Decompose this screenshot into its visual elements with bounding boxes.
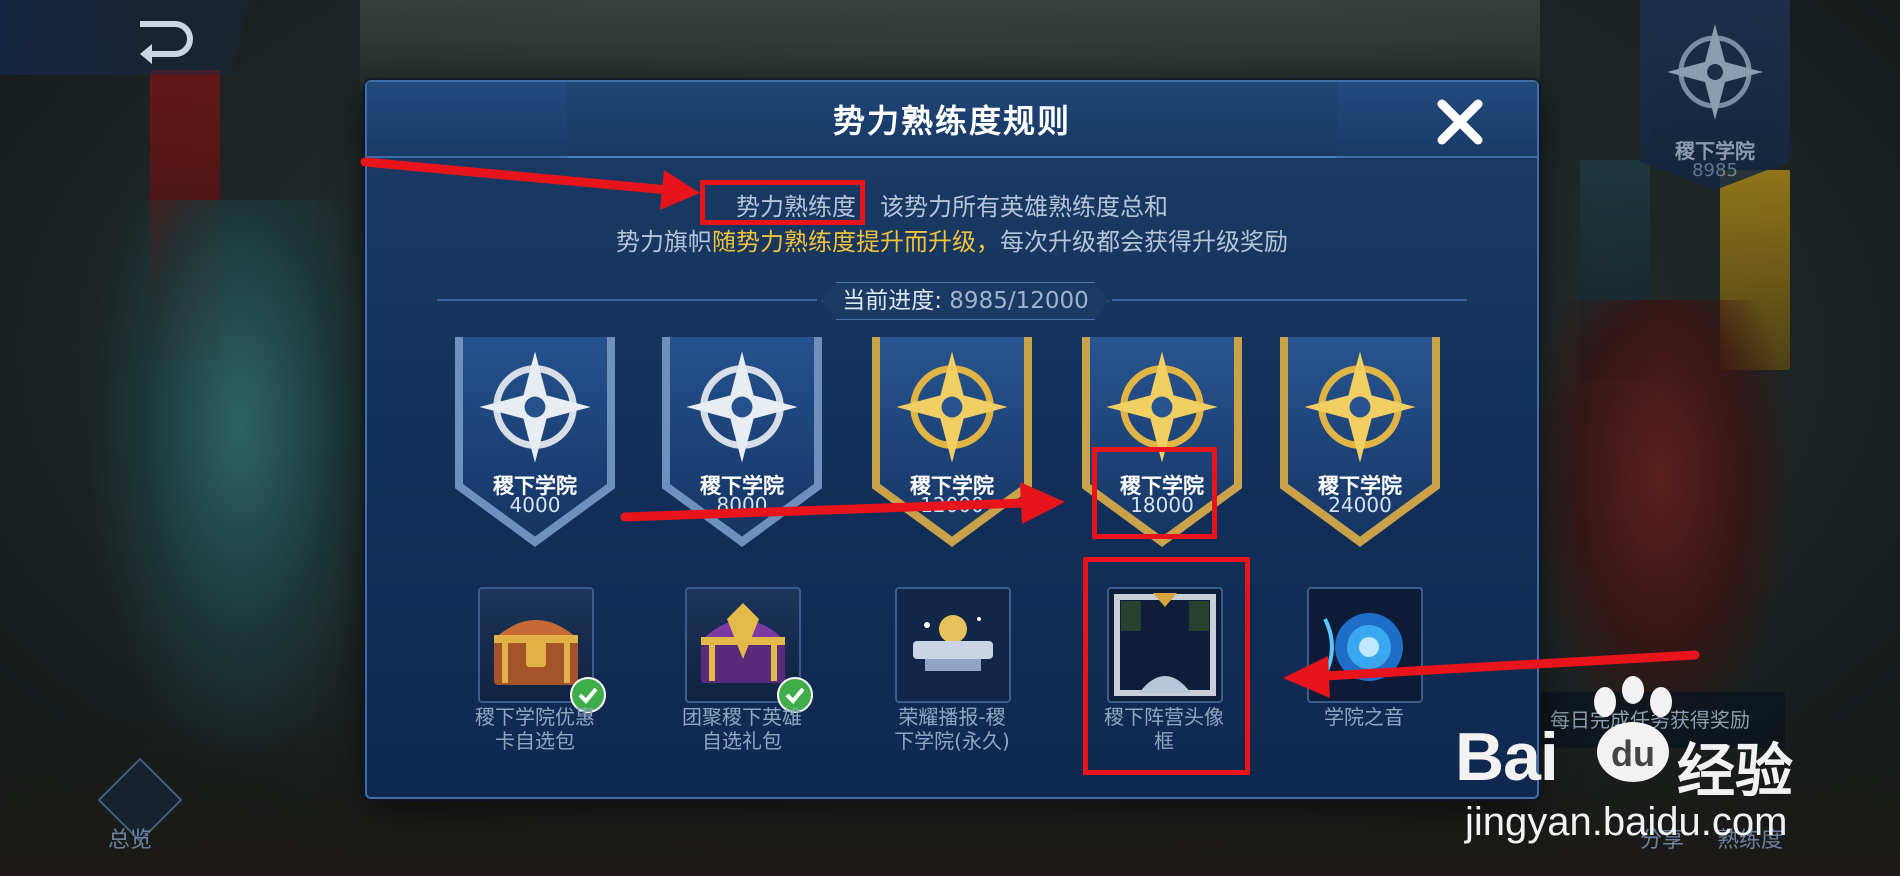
baidu-jingyan-watermark: Bai du 经验 jingyan.baidu.com <box>1455 668 1875 868</box>
rule-line-1: 势力熟练度：该势力所有英雄熟练度总和 <box>367 187 1537 222</box>
svg-text:du: du <box>1611 733 1655 774</box>
progress-label: 当前进度: <box>842 288 942 314</box>
tier-value: 24000 <box>1328 493 1392 517</box>
tier-value: 4000 <box>509 493 561 517</box>
progress-divider-right <box>1112 299 1467 301</box>
broadcast-banner-icon <box>897 589 1009 701</box>
dialog-title: 势力熟练度规则 <box>832 102 1071 140</box>
tier-value: 8000 <box>716 493 768 517</box>
reward-item-1[interactable]: 稷下学院优惠 卡自选包 <box>450 587 620 767</box>
reward-icon-frame <box>895 587 1011 703</box>
reward-label-line2: 卡自选包 <box>495 729 575 753</box>
progress-divider-left <box>437 299 817 301</box>
back-arrow-icon <box>140 21 193 64</box>
paw-logo-icon: du <box>1594 676 1672 782</box>
progress-indicator: 当前进度: 8985/12000 <box>822 282 1109 320</box>
reward-label-line1: 稷下学院优惠 <box>475 705 595 729</box>
reward-label-line1: 学院之音 <box>1324 705 1404 729</box>
rule-definition: ：该势力所有英雄熟练度总和 <box>856 193 1168 221</box>
progress-value: 8985/12000 <box>949 288 1089 314</box>
gold-emblem-icon <box>1304 351 1416 463</box>
background-hero-left <box>90 200 390 760</box>
reward-icon-frame <box>1307 587 1423 703</box>
reward-label: 学院之音 <box>1279 705 1449 729</box>
watermark-jingyan: 经验 <box>1677 737 1794 805</box>
reward-label: 团聚稷下英雄 自选礼包 <box>657 705 827 753</box>
back-button[interactable] <box>0 0 250 75</box>
watermark-url: jingyan.baidu.com <box>1465 800 1788 844</box>
tier-banner-1[interactable]: 稷下学院 4000 <box>455 337 615 547</box>
faction-badge[interactable]: 稷下学院 8985 <box>1640 0 1790 190</box>
annotation-box-term <box>700 180 865 225</box>
reward-label: 稷下学院优惠 卡自选包 <box>450 705 620 753</box>
rule-line2-highlight: 随势力熟练度提升而升级， <box>712 228 1000 256</box>
silver-emblem-icon <box>686 351 798 463</box>
rule-line2-prefix: 势力旗帜 <box>616 228 712 256</box>
reward-label: 荣耀播报-稷 下学院(永久) <box>867 705 1037 753</box>
annotation-box-reward <box>1083 557 1250 775</box>
sound-orb-icon <box>1309 589 1421 701</box>
rule-line2-suffix: 每次升级都会获得升级奖励 <box>1000 228 1288 256</box>
faction-emblem-icon <box>1667 24 1763 120</box>
overview-label: 总览 <box>108 828 153 853</box>
tier-value: 12000 <box>920 493 984 517</box>
tier-banner-3[interactable]: 稷下学院 12000 <box>872 337 1032 547</box>
tier-banner-5[interactable]: 稷下学院 24000 <box>1280 337 1440 547</box>
gold-emblem-icon <box>896 351 1008 463</box>
proficiency-rules-dialog: 势力熟练度规则 势力熟练度：该势力所有英雄熟练度总和 势力旗帜随势力熟练度提升而… <box>365 80 1539 799</box>
close-button[interactable] <box>1432 94 1488 150</box>
reward-label-line1: 团聚稷下英雄 <box>682 705 802 729</box>
reward-item-2[interactable]: 团聚稷下英雄 自选礼包 <box>657 587 827 767</box>
watermark-brand: Bai <box>1455 719 1559 795</box>
annotation-box-tier <box>1092 447 1217 539</box>
silver-emblem-icon <box>479 351 591 463</box>
reward-item-3[interactable]: 荣耀播报-稷 下学院(永久) <box>867 587 1037 767</box>
reward-label-line1: 荣耀播报-稷 <box>898 705 1006 729</box>
rule-line-2: 势力旗帜随势力熟练度提升而升级，每次升级都会获得升级奖励 <box>367 222 1537 257</box>
close-icon <box>1437 99 1483 145</box>
progress-row: 当前进度: 8985/12000 <box>437 282 1467 320</box>
reward-label-line2: 自选礼包 <box>702 729 782 753</box>
reward-item-5[interactable]: 学院之音 <box>1279 587 1449 767</box>
overview-button[interactable]: 总览 <box>97 757 183 860</box>
reward-label-line2: 下学院(永久) <box>894 729 1010 753</box>
background-archway <box>360 0 1540 90</box>
tier-banner-2[interactable]: 稷下学院 8000 <box>662 337 822 547</box>
